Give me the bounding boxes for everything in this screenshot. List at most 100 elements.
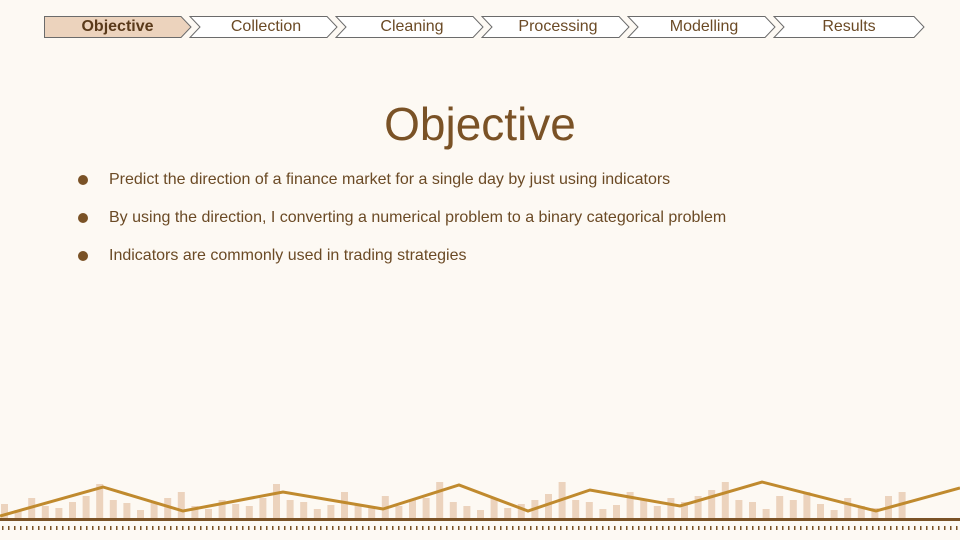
decorative-bar	[436, 482, 444, 518]
decorative-tick	[716, 526, 718, 530]
decorative-bar	[817, 504, 824, 518]
decorative-bar	[82, 496, 90, 518]
decorative-tick	[410, 526, 412, 530]
decorative-tick	[164, 526, 166, 530]
decorative-tick	[464, 526, 466, 530]
decorative-tick	[230, 526, 232, 530]
decorative-tick	[914, 526, 916, 530]
decorative-tick	[110, 526, 112, 530]
decorative-tick	[98, 526, 100, 530]
decorative-bar	[313, 509, 321, 518]
decorative-tick	[506, 526, 508, 530]
decorative-tick	[452, 526, 454, 530]
decorative-bar	[327, 505, 335, 518]
nav-step-modelling[interactable]: Modelling	[633, 16, 775, 38]
decorative-bar	[123, 503, 131, 518]
decorative-bar	[395, 506, 403, 518]
decorative-tick	[488, 526, 490, 530]
decorative-tick	[902, 526, 904, 530]
decorative-tick	[32, 526, 34, 530]
decorative-tick	[44, 526, 46, 530]
decorative-tick	[260, 526, 262, 530]
decorative-tick	[848, 526, 850, 530]
decorative-tick	[386, 526, 388, 530]
decorative-tick	[428, 526, 430, 530]
decorative-tick	[20, 526, 22, 530]
decorative-tick	[926, 526, 928, 530]
decorative-tick	[314, 526, 316, 530]
decorative-bar	[640, 500, 648, 518]
decorative-tick	[92, 526, 94, 530]
decorative-tick	[500, 526, 502, 530]
decorative-tick	[608, 526, 610, 530]
decorative-tick	[2, 526, 4, 530]
decorative-bar	[735, 500, 743, 518]
decorative-tick	[422, 526, 424, 530]
decorative-bar	[803, 492, 811, 518]
decorative-tick	[884, 526, 886, 530]
decorative-tick	[596, 526, 598, 530]
decorative-tick	[566, 526, 568, 530]
nav-step-processing[interactable]: Processing	[487, 16, 629, 38]
decorative-tick	[626, 526, 628, 530]
decorative-tick	[470, 526, 472, 530]
decorative-tick	[458, 526, 460, 530]
decorative-tick	[272, 526, 274, 530]
decorative-bar	[109, 500, 117, 518]
decorative-tick	[764, 526, 766, 530]
decorative-tick	[392, 526, 394, 530]
decorative-tick	[758, 526, 760, 530]
decorative-tick	[728, 526, 730, 530]
decorative-tick	[416, 526, 418, 530]
nav-step-cleaning[interactable]: Cleaning	[341, 16, 483, 38]
bullet-item: Indicators are commonly used in trading …	[78, 244, 918, 282]
decorative-bar	[653, 506, 661, 518]
bullet-text: Predict the direction of a finance marke…	[109, 171, 671, 188]
decorative-bar	[789, 500, 797, 518]
decorative-tick	[194, 526, 196, 530]
nav-step-objective[interactable]: Objective	[44, 16, 191, 38]
decorative-tick	[374, 526, 376, 530]
decorative-tick	[896, 526, 898, 530]
bullet-dot-icon	[78, 251, 88, 261]
decorative-tick	[710, 526, 712, 530]
nav-step-results[interactable]: Results	[779, 16, 919, 38]
decorative-tick	[356, 526, 358, 530]
bullet-text: By using the direction, I converting a n…	[109, 209, 727, 226]
decorative-bar	[463, 506, 471, 518]
decorative-bar	[490, 498, 498, 518]
decorative-tick	[518, 526, 520, 530]
decorative-tick	[752, 526, 754, 530]
decorative-market-chart	[0, 480, 960, 530]
decorative-bar	[69, 502, 76, 518]
decorative-tick	[806, 526, 808, 530]
decorative-tick	[812, 526, 814, 530]
decorative-tick	[494, 526, 496, 530]
decorative-tick	[188, 526, 190, 530]
decorative-tick	[932, 526, 934, 530]
decorative-tick	[650, 526, 652, 530]
decorative-tick	[74, 526, 76, 530]
decorative-tick	[584, 526, 586, 530]
decorative-tick	[146, 526, 148, 530]
nav-step-collection[interactable]: Collection	[195, 16, 337, 38]
decorative-bar	[667, 498, 675, 518]
decorative-tick	[182, 526, 184, 530]
decorative-tick	[56, 526, 58, 530]
decorative-tick	[278, 526, 280, 530]
decorative-bar	[613, 505, 620, 518]
bullet-dot-icon	[78, 213, 88, 223]
bullet-list: Predict the direction of a finance marke…	[78, 168, 918, 282]
decorative-tick	[440, 526, 442, 530]
decorative-bar	[708, 490, 716, 518]
decorative-tick	[854, 526, 856, 530]
decorative-tick	[332, 526, 334, 530]
decorative-tick	[134, 526, 136, 530]
decorative-tick	[674, 526, 676, 530]
decorative-tick	[614, 526, 616, 530]
decorative-tick	[548, 526, 550, 530]
decorative-tick	[296, 526, 298, 530]
decorative-tick	[572, 526, 574, 530]
decorative-tick	[248, 526, 250, 530]
decorative-bar	[449, 502, 457, 518]
